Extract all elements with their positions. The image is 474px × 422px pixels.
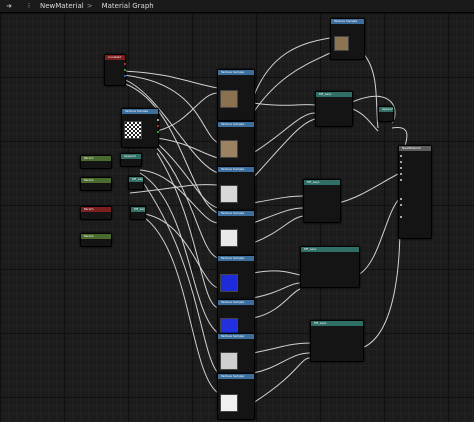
normal-texture-thumbnail — [220, 274, 238, 292]
texture-sample-title: Texture Sample — [218, 211, 254, 216]
texture-sample-node[interactable]: Texture Sample — [217, 166, 255, 213]
ambient-occlusion-pin[interactable] — [400, 216, 402, 218]
scalar-parameter-node[interactable]: Param — [80, 155, 112, 169]
breadcrumb-bar: ➜ ⁝ NewMaterial > Material Graph — [0, 0, 474, 13]
texture-sample-node[interactable]: Texture Sample — [217, 121, 255, 168]
texture-output-pin[interactable] — [157, 131, 159, 133]
texture-output-pin[interactable] — [157, 125, 159, 127]
lerp-node-small-title: MF_Lerp — [131, 207, 145, 212]
lerp-function-node[interactable]: MF_Lerp — [303, 179, 341, 223]
white-texture-thumbnail — [220, 352, 238, 370]
white-texture-thumbnail — [220, 229, 238, 247]
texture-sample-title: Texture Sample — [218, 122, 254, 127]
sand-texture-thumbnail — [334, 36, 349, 51]
graph-icon[interactable]: ⁝ — [24, 1, 34, 11]
texture-sample-title: Texture Sample — [218, 70, 254, 75]
constant-node[interactable]: Constant — [104, 54, 126, 86]
texture-sample-title: Texture Sample — [218, 167, 254, 172]
scalar-parameter-title: Param — [81, 234, 111, 239]
material-output-title: NewMaterial — [399, 146, 431, 151]
scalar-parameter-title: Param — [81, 207, 111, 212]
constant-output-pin[interactable] — [124, 75, 126, 77]
arrow-right-icon[interactable]: ➜ — [4, 1, 14, 11]
texture-sample-top-node[interactable]: Texture Sample — [330, 18, 365, 60]
append-node[interactable]: Append — [120, 153, 142, 167]
texture-output-pin[interactable] — [157, 119, 159, 121]
lerp-function-title: MF_Lerp — [301, 247, 359, 252]
multiply-node-title: Append — [379, 107, 393, 112]
white-texture-thumbnail — [220, 185, 238, 203]
lerp-function-title: MF_Lerp — [316, 92, 352, 97]
sand-texture-thumbnail — [220, 140, 238, 158]
lerp-node-small[interactable]: MF_Lerp — [130, 206, 146, 220]
scalar-parameter-node[interactable]: Param — [80, 206, 112, 220]
lerp-function-node[interactable]: MF_Lerp — [300, 246, 360, 288]
texture-sample-node[interactable]: Texture Sample — [217, 210, 255, 257]
texture-sample-node[interactable]: Texture Sample — [217, 373, 255, 420]
specular-pin[interactable] — [400, 167, 402, 169]
texture-sample-title: Texture Sample — [218, 256, 254, 261]
texture-sample-node[interactable]: Texture Sample — [217, 255, 255, 302]
scalar-parameter-node[interactable]: Param — [80, 177, 112, 191]
lerp-function-node[interactable]: MF_Lerp — [310, 320, 364, 362]
lerp-function-node[interactable]: MF_Lerp — [315, 91, 353, 127]
texture-sample-title: Texture Sample — [218, 334, 254, 339]
scalar-parameter-node[interactable]: Param — [80, 233, 112, 247]
constant-output-pin[interactable] — [124, 63, 126, 65]
sand-texture-thumbnail — [220, 90, 238, 108]
noise-texture-thumbnail — [124, 121, 142, 139]
metallic-pin[interactable] — [400, 161, 402, 163]
chevron-right-icon: > — [86, 2, 93, 10]
texture-sample-title: Texture Sample — [218, 374, 254, 379]
constant-node-title: Constant — [105, 55, 125, 60]
constant-output-pin[interactable] — [124, 69, 126, 71]
multiply-node[interactable]: Append — [378, 106, 394, 122]
append-node-title: Append — [121, 154, 141, 159]
white-texture-thumbnail — [220, 394, 238, 412]
normal-pin[interactable] — [400, 198, 402, 200]
lerp-function-title: MF_Lerp — [304, 180, 340, 185]
texture-sample-top-title: Texture Sample — [331, 19, 364, 24]
emissive-pin[interactable] — [400, 179, 402, 181]
texture-sample-title: Texture Sample — [218, 300, 254, 305]
breadcrumb-material[interactable]: NewMaterial — [40, 2, 84, 10]
roughness-pin[interactable] — [400, 173, 402, 175]
texture-sample-noise-node[interactable]: Texture Sample — [121, 108, 159, 148]
texture-sample-noise-title: Texture Sample — [122, 109, 158, 114]
graph-canvas[interactable]: Constant Texture Sample Append MF_Lerp M… — [0, 13, 474, 422]
texture-sample-node[interactable]: Texture Sample — [217, 69, 255, 121]
lerp-node-small[interactable]: MF_Lerp — [128, 176, 144, 190]
lerp-node-small-title: MF_Lerp — [129, 177, 143, 182]
material-output-node[interactable]: NewMaterial — [398, 145, 432, 239]
breadcrumb-graph[interactable]: Material Graph — [102, 2, 154, 10]
scalar-parameter-title: Param — [81, 156, 111, 161]
base-color-pin[interactable] — [400, 155, 402, 157]
lerp-function-title: MF_Lerp — [311, 321, 363, 326]
scalar-parameter-title: Param — [81, 178, 111, 183]
tangent-pin[interactable] — [400, 204, 402, 206]
